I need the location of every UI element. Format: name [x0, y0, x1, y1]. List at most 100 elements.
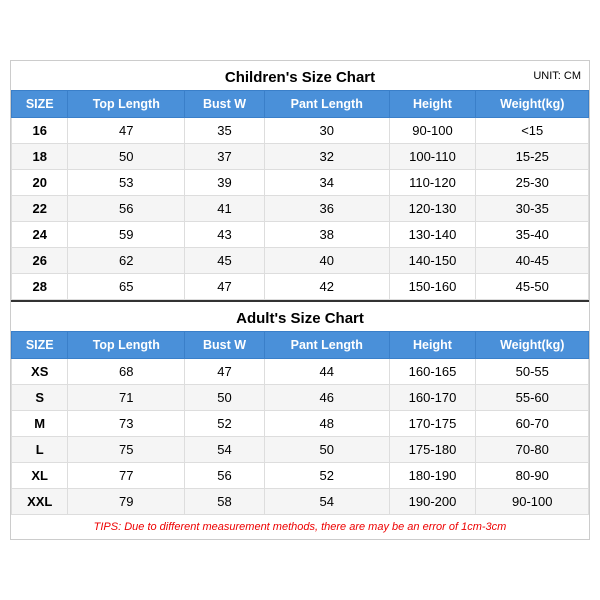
table-cell: 25-30 [476, 170, 589, 196]
table-cell: 190-200 [389, 489, 476, 515]
table-cell: 54 [264, 489, 389, 515]
children-unit-label: UNIT: CM [533, 70, 581, 82]
table-cell: 50 [264, 437, 389, 463]
table-cell: 73 [68, 411, 185, 437]
table-cell: 160-165 [389, 359, 476, 385]
table-cell: 55-60 [476, 385, 589, 411]
table-cell: 58 [185, 489, 265, 515]
table-cell: 35 [185, 118, 265, 144]
table-row: L755450175-18070-80 [12, 437, 589, 463]
table-cell: <15 [476, 118, 589, 144]
table-cell: 24 [12, 222, 68, 248]
adults-title-text: Adult's Size Chart [236, 310, 364, 327]
table-cell: 20 [12, 170, 68, 196]
children-col-weight: Weight(kg) [476, 91, 589, 118]
table-cell: XL [12, 463, 68, 489]
table-cell: 26 [12, 248, 68, 274]
children-col-size: SIZE [12, 91, 68, 118]
table-cell: 18 [12, 144, 68, 170]
table-cell: 170-175 [389, 411, 476, 437]
table-cell: 39 [185, 170, 265, 196]
table-cell: S [12, 385, 68, 411]
adults-col-size: SIZE [12, 332, 68, 359]
table-cell: 40 [264, 248, 389, 274]
children-tbody: 1647353090-100<1518503732100-11015-25205… [12, 118, 589, 300]
adults-section-title: Adult's Size Chart [11, 300, 589, 331]
table-cell: 46 [264, 385, 389, 411]
table-cell: 47 [185, 359, 265, 385]
table-cell: 54 [185, 437, 265, 463]
table-cell: 175-180 [389, 437, 476, 463]
table-cell: 60-70 [476, 411, 589, 437]
table-cell: 56 [68, 196, 185, 222]
table-row: 22564136120-13030-35 [12, 196, 589, 222]
table-cell: 22 [12, 196, 68, 222]
adults-tbody: XS684744160-16550-55S715046160-17055-60M… [12, 359, 589, 515]
children-title-text: Children's Size Chart [225, 69, 375, 86]
table-cell: 53 [68, 170, 185, 196]
table-cell: XXL [12, 489, 68, 515]
table-cell: 30-35 [476, 196, 589, 222]
table-cell: L [12, 437, 68, 463]
children-col-toplength: Top Length [68, 91, 185, 118]
table-cell: 47 [185, 274, 265, 300]
adults-header-row: SIZE Top Length Bust W Pant Length Heigh… [12, 332, 589, 359]
table-cell: 59 [68, 222, 185, 248]
table-cell: 77 [68, 463, 185, 489]
adults-table: SIZE Top Length Bust W Pant Length Heigh… [11, 331, 589, 515]
table-cell: 160-170 [389, 385, 476, 411]
table-cell: 50 [68, 144, 185, 170]
size-chart-container: Children's Size Chart UNIT: CM SIZE Top … [10, 60, 590, 540]
table-cell: 100-110 [389, 144, 476, 170]
table-cell: 32 [264, 144, 389, 170]
table-cell: M [12, 411, 68, 437]
table-row: 28654742150-16045-50 [12, 274, 589, 300]
table-cell: 45 [185, 248, 265, 274]
table-cell: 45-50 [476, 274, 589, 300]
table-row: XS684744160-16550-55 [12, 359, 589, 385]
adults-col-toplength: Top Length [68, 332, 185, 359]
table-row: M735248170-17560-70 [12, 411, 589, 437]
table-cell: 90-100 [476, 489, 589, 515]
table-cell: 52 [185, 411, 265, 437]
tips-text: TIPS: Due to different measurement metho… [11, 515, 589, 539]
table-row: XL775652180-19080-90 [12, 463, 589, 489]
children-col-height: Height [389, 91, 476, 118]
table-cell: 37 [185, 144, 265, 170]
table-cell: 30 [264, 118, 389, 144]
table-cell: 75 [68, 437, 185, 463]
table-cell: 36 [264, 196, 389, 222]
table-cell: 15-25 [476, 144, 589, 170]
table-cell: XS [12, 359, 68, 385]
table-cell: 52 [264, 463, 389, 489]
table-cell: 42 [264, 274, 389, 300]
children-header-row: SIZE Top Length Bust W Pant Length Heigh… [12, 91, 589, 118]
table-cell: 71 [68, 385, 185, 411]
table-cell: 35-40 [476, 222, 589, 248]
table-row: 20533934110-12025-30 [12, 170, 589, 196]
table-cell: 47 [68, 118, 185, 144]
table-cell: 68 [68, 359, 185, 385]
table-row: 1647353090-100<15 [12, 118, 589, 144]
adults-col-bustw: Bust W [185, 332, 265, 359]
table-cell: 43 [185, 222, 265, 248]
table-cell: 140-150 [389, 248, 476, 274]
table-cell: 34 [264, 170, 389, 196]
table-row: 26624540140-15040-45 [12, 248, 589, 274]
table-cell: 90-100 [389, 118, 476, 144]
table-cell: 120-130 [389, 196, 476, 222]
table-cell: 150-160 [389, 274, 476, 300]
table-cell: 41 [185, 196, 265, 222]
table-cell: 180-190 [389, 463, 476, 489]
children-table: SIZE Top Length Bust W Pant Length Heigh… [11, 90, 589, 300]
table-cell: 56 [185, 463, 265, 489]
table-cell: 48 [264, 411, 389, 437]
table-cell: 28 [12, 274, 68, 300]
table-cell: 62 [68, 248, 185, 274]
table-cell: 50-55 [476, 359, 589, 385]
adults-col-pantlength: Pant Length [264, 332, 389, 359]
adults-col-height: Height [389, 332, 476, 359]
table-cell: 50 [185, 385, 265, 411]
table-cell: 16 [12, 118, 68, 144]
children-col-pantlength: Pant Length [264, 91, 389, 118]
